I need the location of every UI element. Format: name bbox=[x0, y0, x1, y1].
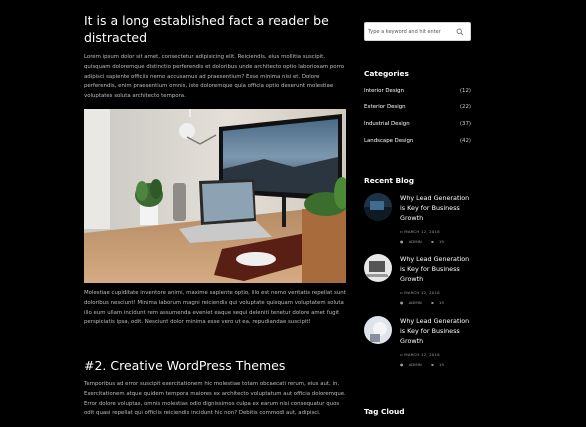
post-title[interactable]: Why Lead Generation is Key for Business … bbox=[400, 254, 472, 285]
categories-heading: Categories bbox=[364, 69, 409, 78]
category-count: (37) bbox=[459, 121, 471, 127]
category-interior-design[interactable]: Interior Design (12) bbox=[364, 88, 471, 98]
post-thumbnail[interactable] bbox=[364, 254, 392, 282]
article-title: It is a long established fact a reader b… bbox=[84, 13, 329, 45]
post-date-text: MARCH 12, 2018 bbox=[404, 229, 440, 234]
comments-meta: ▪ 19 bbox=[431, 239, 448, 244]
article-paragraph-1: Lorem ipsum dolor sit amet, consectetur … bbox=[84, 54, 345, 100]
user-icon: ● bbox=[400, 300, 405, 305]
category-count: (12) bbox=[459, 88, 471, 94]
post-title[interactable]: Why Lead Generation is Key for Business … bbox=[400, 193, 472, 224]
post-meta: ● ADMIN ▪ 19 bbox=[400, 300, 452, 305]
author-meta: ● ADMIN bbox=[400, 362, 426, 367]
post-date: ▫ MARCH 12, 2018 bbox=[400, 352, 440, 357]
comment-icon: ▪ bbox=[430, 362, 435, 367]
category-label: Landscape Design bbox=[364, 138, 414, 144]
user-icon: ● bbox=[400, 239, 405, 244]
recent-post[interactable]: Why Lead Generation is Key for Business … bbox=[364, 316, 472, 374]
category-label: Interior Design bbox=[364, 88, 404, 94]
comments-meta: ▪ 19 bbox=[431, 300, 448, 305]
post-comments: 19 bbox=[438, 300, 444, 305]
post-meta: ● ADMIN ▪ 19 bbox=[400, 362, 452, 367]
post-date: ▫ MARCH 12, 2018 bbox=[400, 290, 440, 295]
category-count: (22) bbox=[459, 104, 471, 110]
author-meta: ● ADMIN bbox=[400, 300, 426, 305]
category-exterior-design[interactable]: Exterior Design (22) bbox=[364, 104, 471, 114]
tag-cloud-heading: Tag Cloud bbox=[364, 407, 405, 416]
post-thumbnail[interactable] bbox=[364, 316, 392, 344]
user-icon: ● bbox=[400, 362, 405, 367]
post-thumbnail[interactable] bbox=[364, 193, 392, 221]
recent-blog-heading: Recent Blog bbox=[364, 176, 414, 185]
post-meta: ● ADMIN ▪ 19 bbox=[400, 239, 452, 244]
category-count: (42) bbox=[459, 138, 471, 144]
section-heading: #2. Creative WordPress Themes bbox=[84, 358, 286, 373]
comment-icon: ▪ bbox=[430, 300, 435, 305]
post-title[interactable]: Why Lead Generation is Key for Business … bbox=[400, 316, 472, 347]
category-landscape-design[interactable]: Landscape Design (42) bbox=[364, 138, 471, 148]
desk-workspace-image bbox=[84, 109, 346, 283]
post-comments: 19 bbox=[438, 239, 444, 244]
post-author: ADMIN bbox=[408, 362, 422, 367]
article-image bbox=[84, 109, 346, 283]
article-paragraph-2: Molestiae cupiditate inventore animi, ma… bbox=[84, 290, 346, 326]
category-label: Exterior Design bbox=[364, 104, 406, 110]
category-industrial-design[interactable]: Industrial Design (37) bbox=[364, 121, 471, 131]
comments-meta: ▪ 19 bbox=[431, 362, 448, 367]
search-icon[interactable] bbox=[456, 28, 464, 36]
recent-post[interactable]: Why Lead Generation is Key for Business … bbox=[364, 254, 472, 312]
post-author: ADMIN bbox=[408, 239, 422, 244]
post-date-text: MARCH 12, 2018 bbox=[404, 290, 440, 295]
recent-post[interactable]: Why Lead Generation is Key for Business … bbox=[364, 193, 472, 251]
post-date: ▫ MARCH 12, 2018 bbox=[400, 229, 440, 234]
search-box bbox=[364, 22, 471, 41]
author-meta: ● ADMIN bbox=[400, 239, 426, 244]
search-input[interactable] bbox=[368, 26, 456, 38]
post-date-text: MARCH 12, 2018 bbox=[404, 352, 440, 357]
comment-icon: ▪ bbox=[430, 239, 435, 244]
post-author: ADMIN bbox=[408, 300, 422, 305]
article-paragraph-3: Temporibus ad error suscipit exercitatio… bbox=[84, 381, 346, 417]
category-label: Industrial Design bbox=[364, 121, 410, 127]
post-comments: 19 bbox=[438, 362, 444, 367]
